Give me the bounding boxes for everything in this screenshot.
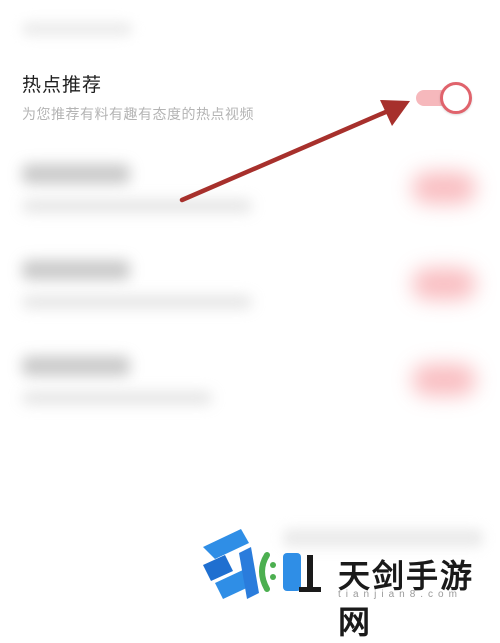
blurred-subtitle xyxy=(22,296,252,308)
hot-recommend-toggle[interactable] xyxy=(412,81,472,114)
blurred-toggle[interactable] xyxy=(412,172,476,204)
tianjian-logo-icon xyxy=(203,529,321,599)
setting-row-hot-recommend[interactable]: 热点推荐 为您推荐有料有趣有态度的热点视频 xyxy=(0,62,500,142)
blurred-toggle[interactable] xyxy=(412,364,476,396)
setting-row-blurred[interactable] xyxy=(0,350,500,430)
setting-subtitle: 为您推荐有料有趣有态度的热点视频 xyxy=(22,106,254,122)
blurred-subtitle xyxy=(22,200,252,212)
setting-row-blurred[interactable] xyxy=(0,158,500,238)
setting-title: 热点推荐 xyxy=(22,75,103,96)
watermark-subtitle: tianjian8.com xyxy=(338,589,462,600)
blurred-title xyxy=(22,164,130,184)
blurred-title xyxy=(22,356,130,376)
blurred-subtitle xyxy=(22,392,212,404)
watermark: 天剑手游网 tianjian8.com xyxy=(195,515,500,641)
toggle-knob xyxy=(440,82,472,114)
blurred-title xyxy=(22,260,130,280)
setting-row-blurred[interactable] xyxy=(0,254,500,334)
blurred-toggle[interactable] xyxy=(412,268,476,300)
settings-screen: 热点推荐 为您推荐有料有趣有态度的热点视频 天剑手游网 tianjian8.co… xyxy=(0,0,500,641)
blurred-header xyxy=(22,22,132,36)
